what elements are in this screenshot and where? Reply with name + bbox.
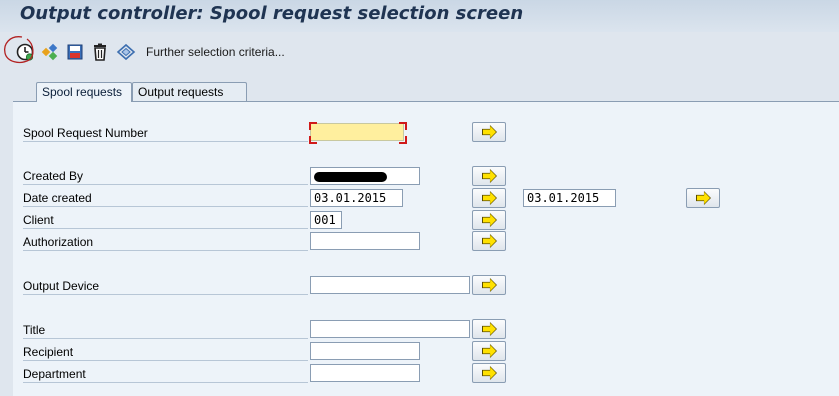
arrow-right-icon — [483, 367, 496, 379]
tab-spool-requests-label: Spool requests — [42, 85, 123, 99]
arrow-right-icon — [483, 279, 496, 291]
spool-request-number-multiple-selection-button[interactable] — [472, 122, 506, 142]
title-label: Title — [23, 320, 308, 339]
recipient-label: Recipient — [23, 342, 308, 361]
save-variant-icon[interactable] — [65, 42, 85, 62]
date-created-to-field[interactable]: 03.01.2015 — [523, 189, 616, 207]
focus-corner-bottom-right — [399, 136, 407, 144]
redaction-mark — [314, 172, 387, 182]
multiple-selection-icon[interactable] — [40, 42, 60, 62]
date-created-from-multiple-selection-button[interactable] — [472, 188, 506, 208]
client-multiple-selection-button[interactable] — [472, 210, 506, 230]
date-created-to-multiple-selection-button[interactable] — [686, 188, 720, 208]
client-field[interactable]: 001 — [310, 211, 342, 229]
further-selection-criteria-button[interactable]: Further selection criteria... — [146, 45, 285, 59]
authorization-multiple-selection-button[interactable] — [472, 231, 506, 251]
recipient-field[interactable] — [310, 342, 420, 360]
tab-output-requests[interactable]: Output requests — [132, 82, 247, 101]
tab-strip: Spool requests Output requests — [0, 74, 839, 102]
created-by-label: Created By — [23, 166, 308, 185]
get-variant-icon[interactable] — [116, 42, 136, 62]
authorization-field[interactable] — [310, 232, 420, 250]
focus-corner-top-right — [399, 122, 407, 130]
tab-spool-requests[interactable]: Spool requests — [36, 82, 132, 102]
arrow-right-icon — [483, 214, 496, 226]
output-device-label: Output Device — [23, 276, 308, 295]
arrow-right-icon — [697, 192, 710, 204]
title-multiple-selection-button[interactable] — [472, 319, 506, 339]
tab-output-requests-label: Output requests — [138, 85, 224, 99]
date-created-label: Date created — [23, 188, 308, 207]
recipient-multiple-selection-button[interactable] — [472, 341, 506, 361]
arrow-right-icon — [483, 345, 496, 357]
department-field[interactable] — [310, 364, 420, 382]
client-label: Client — [23, 210, 308, 229]
execute-clock-icon[interactable] — [15, 42, 35, 62]
arrow-right-icon — [483, 323, 496, 335]
arrow-right-icon — [483, 170, 496, 182]
department-label: Department — [23, 364, 308, 383]
window-title: Output controller: Spool request selecti… — [20, 3, 524, 24]
arrow-right-icon — [483, 126, 496, 138]
output-device-multiple-selection-button[interactable] — [472, 275, 506, 295]
title-field[interactable] — [310, 320, 470, 338]
authorization-label: Authorization — [23, 232, 308, 251]
title-bar: Output controller: Spool request selecti… — [0, 0, 839, 32]
department-multiple-selection-button[interactable] — [472, 363, 506, 383]
output-device-field[interactable] — [310, 276, 470, 294]
focus-corner-bottom-left — [309, 136, 317, 144]
date-created-from-field[interactable]: 03.01.2015 — [310, 189, 403, 207]
delete-trash-icon[interactable] — [90, 42, 110, 62]
created-by-multiple-selection-button[interactable] — [472, 166, 506, 186]
application-toolbar: Further selection criteria... — [0, 32, 839, 74]
focus-corner-top-left — [309, 122, 317, 130]
arrow-right-icon — [483, 235, 496, 247]
spool-request-number-field[interactable] — [310, 123, 404, 141]
arrow-right-icon — [483, 192, 496, 204]
spool-request-number-label: Spool Request Number — [23, 123, 308, 142]
